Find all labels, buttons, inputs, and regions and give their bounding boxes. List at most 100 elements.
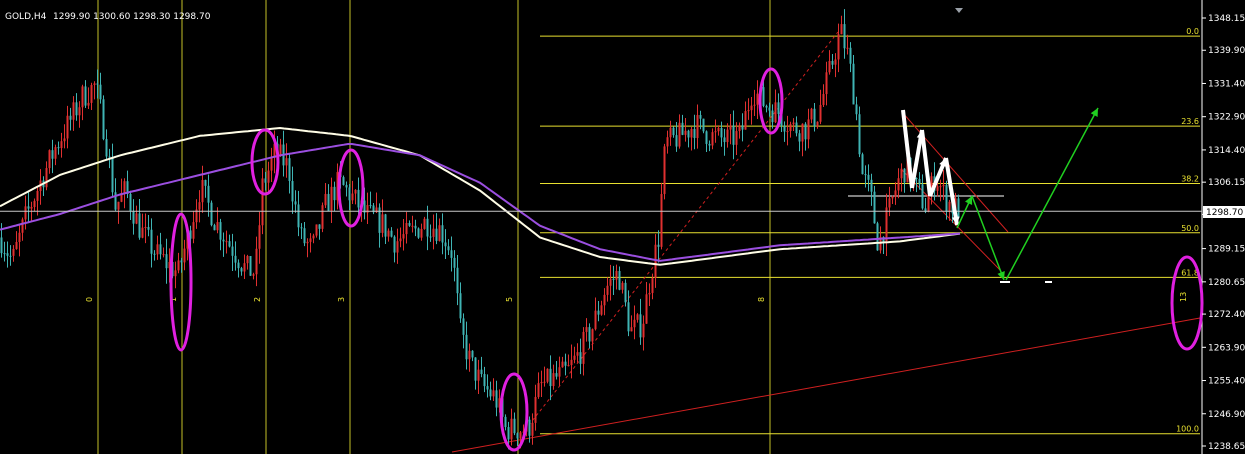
candle-body xyxy=(222,239,225,242)
candle-body xyxy=(438,225,441,241)
candle-body xyxy=(444,242,447,247)
price-chart[interactable]: 0 1 2 3 5 8 13 0.023.638.250.061.8100.0 1348.1… xyxy=(0,0,1245,454)
candle-body xyxy=(873,191,876,224)
candle-body xyxy=(711,132,714,146)
candle-body xyxy=(774,102,777,123)
candle-body xyxy=(573,355,576,360)
candle-body xyxy=(513,418,516,434)
chart-window[interactable]: 0 1 2 3 5 8 13 0.0 23.6 38.2 50.0 61.8 100.0 1348.1… xyxy=(0,0,1245,454)
candle-body xyxy=(312,235,315,239)
candle-body xyxy=(870,179,873,192)
candle-body xyxy=(936,186,939,191)
chart-plot-area[interactable] xyxy=(0,0,1202,454)
candle-body xyxy=(447,246,450,251)
candle-body xyxy=(69,115,72,120)
candle-body xyxy=(588,327,591,342)
candle-body xyxy=(321,205,324,229)
candle-body xyxy=(723,137,726,143)
candle-body xyxy=(420,228,423,238)
candle-body xyxy=(576,352,579,356)
candle-body xyxy=(537,383,540,397)
candle-body xyxy=(675,135,678,147)
candle-body xyxy=(750,105,753,111)
candle-body xyxy=(309,238,312,242)
candle-body xyxy=(390,230,393,237)
candle-body xyxy=(828,60,831,73)
price-tick-label: 1331.40 xyxy=(1208,79,1245,89)
candle-body xyxy=(726,129,729,143)
candle-body xyxy=(135,213,138,224)
candle-body xyxy=(795,122,798,134)
candle-body xyxy=(864,174,867,176)
candle-body xyxy=(159,244,162,255)
candle-body xyxy=(6,253,9,256)
candle-body xyxy=(717,128,720,132)
candle-body xyxy=(903,168,906,183)
price-tick-label: 1289.15 xyxy=(1208,245,1245,255)
candle-body xyxy=(897,178,900,191)
candle-body xyxy=(651,278,654,293)
candle-body xyxy=(648,292,651,295)
candle-body xyxy=(738,125,741,132)
candle-body xyxy=(816,121,819,127)
candle-body xyxy=(852,63,855,105)
candle-body xyxy=(507,427,510,440)
candle-body xyxy=(102,99,105,140)
candle-body xyxy=(3,253,6,255)
candle-body xyxy=(825,72,828,95)
candle-body xyxy=(66,115,69,139)
candle-body xyxy=(603,294,606,306)
candle-body xyxy=(699,115,702,119)
candle-body xyxy=(861,154,864,175)
candle-body xyxy=(510,418,513,440)
candle-body xyxy=(84,86,87,106)
price-tick-label: 1255.40 xyxy=(1208,377,1245,387)
candle-body xyxy=(921,184,924,209)
candle-body xyxy=(318,224,321,229)
candle-body xyxy=(474,357,477,381)
candle-body xyxy=(399,238,402,242)
candle-body xyxy=(234,255,237,263)
candle-body xyxy=(369,205,372,207)
candle-body xyxy=(45,168,48,188)
candle-body xyxy=(471,350,474,358)
candle-body xyxy=(831,60,834,65)
cycle-label: 8 xyxy=(757,297,766,302)
price-tick-label: 1238.65 xyxy=(1208,442,1245,452)
candle-body xyxy=(660,194,663,247)
candle-body xyxy=(528,419,531,436)
candle-body xyxy=(54,147,57,159)
candle-body xyxy=(801,123,804,142)
candle-body xyxy=(24,206,27,220)
candle-body xyxy=(240,268,243,272)
candle-body xyxy=(621,282,624,290)
candle-body xyxy=(324,193,327,206)
candle-body xyxy=(669,127,672,138)
candle-body xyxy=(246,256,249,264)
candle-body xyxy=(747,110,750,112)
candle-body xyxy=(480,369,483,375)
candle-body xyxy=(387,230,390,237)
candle-body xyxy=(957,198,960,219)
candle-body xyxy=(216,222,219,231)
cycle-label: 0 xyxy=(85,297,94,302)
candle-body xyxy=(231,246,234,256)
candle-body xyxy=(315,224,318,236)
fib-level-label: 0.0 xyxy=(1186,27,1199,36)
current-price-label: 1298.70 xyxy=(1206,208,1243,218)
candle-body xyxy=(687,130,690,138)
price-tick-label: 1272.40 xyxy=(1208,310,1245,320)
candle-body xyxy=(300,227,303,229)
candle-body xyxy=(48,150,51,169)
candle-body xyxy=(306,241,309,244)
candle-body xyxy=(243,263,246,272)
candle-body xyxy=(516,433,519,439)
candle-body xyxy=(663,146,666,195)
candle-body xyxy=(285,158,288,166)
candle-body xyxy=(597,310,600,315)
candle-body xyxy=(354,189,357,194)
candle-body xyxy=(570,359,573,366)
candle-body xyxy=(417,228,420,238)
candle-body xyxy=(489,389,492,397)
candle-body xyxy=(456,267,459,294)
